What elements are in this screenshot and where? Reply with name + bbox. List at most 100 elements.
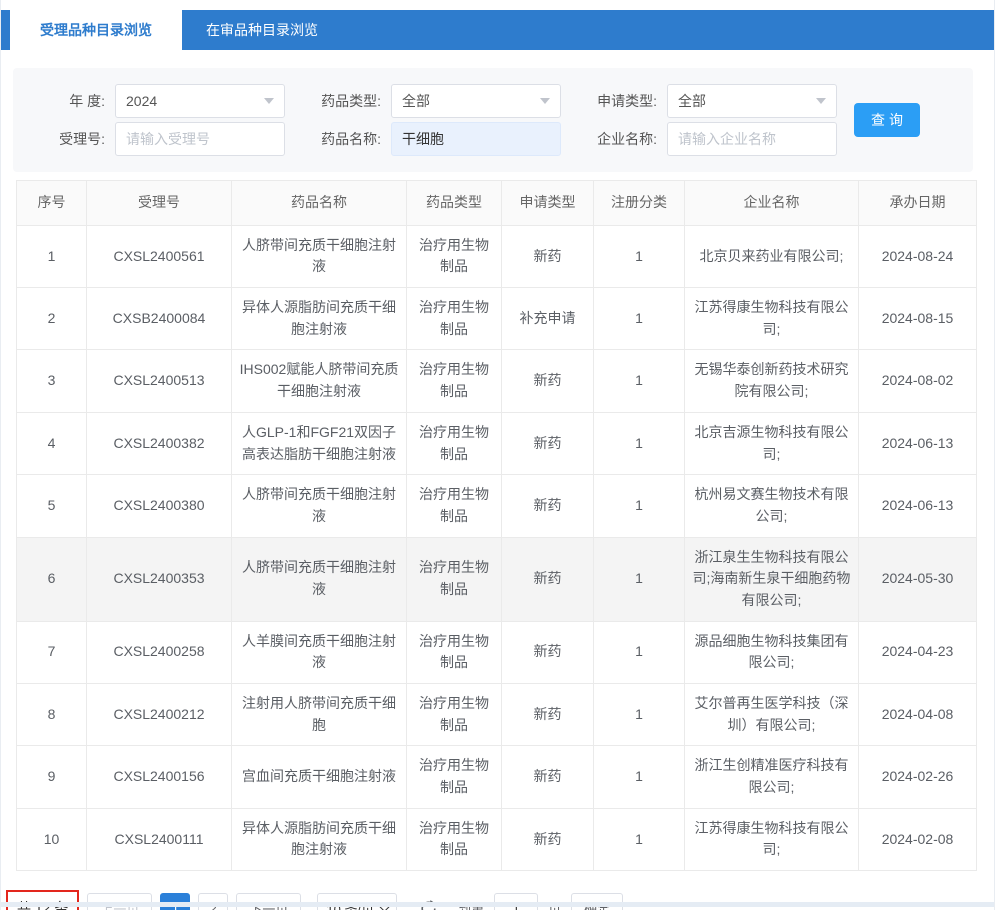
cell-date: 2024-08-24 <box>859 225 977 287</box>
cell-reg-class: 1 <box>594 621 685 683</box>
cell-apply-type: 新药 <box>502 621 594 683</box>
header-seq: 序号 <box>17 181 87 226</box>
company-name-input[interactable] <box>667 122 837 156</box>
total-count-annotated: 共 12 条 <box>6 890 79 910</box>
header-drug-type: 药品类型 <box>407 181 502 226</box>
cell-apply-type: 新药 <box>502 684 594 746</box>
header-company: 企业名称 <box>685 181 859 226</box>
cell-acceptance-no: CXSL2400561 <box>87 225 232 287</box>
cell-seq: 6 <box>17 537 87 621</box>
drug-name-input[interactable] <box>391 122 561 156</box>
cell-reg-class: 1 <box>594 225 685 287</box>
cell-seq: 1 <box>17 225 87 287</box>
cell-company: 艾尔普再生医学科技（深圳）有限公司; <box>685 684 859 746</box>
cell-drug-name: IHS002赋能人脐带间充质干细胞注射液 <box>232 350 407 412</box>
cell-company: 源品细胞生物科技集团有限公司; <box>685 621 859 683</box>
table-row[interactable]: 8 CXSL2400212 注射用人脐带间充质干细胞 治疗用生物制品 新药 1 … <box>17 684 977 746</box>
header-apply-type: 申请类型 <box>502 181 594 226</box>
cell-date: 2024-08-15 <box>859 288 977 350</box>
header-drug-name: 药品名称 <box>232 181 407 226</box>
bottom-divider <box>1 902 994 907</box>
chevron-down-icon <box>264 98 274 104</box>
cell-drug-name: 注射用人脐带间充质干细胞 <box>232 684 407 746</box>
results-table: 序号 受理号 药品名称 药品类型 申请类型 注册分类 企业名称 承办日期 1 C… <box>16 180 977 871</box>
cell-reg-class: 1 <box>594 475 685 537</box>
cell-seq: 8 <box>17 684 87 746</box>
cell-seq: 7 <box>17 621 87 683</box>
cell-acceptance-no: CXSL2400258 <box>87 621 232 683</box>
chevron-down-icon <box>816 98 826 104</box>
cell-company: 江苏得康生物科技有限公司; <box>685 808 859 870</box>
cell-drug-type: 治疗用生物制品 <box>407 288 502 350</box>
filter-panel: 年 度: 2024 药品类型: 全部 申请类型: 全部 受理号: 药品名称: 企… <box>13 68 973 172</box>
cell-date: 2024-05-30 <box>859 537 977 621</box>
cell-company: 北京贝来药业有限公司; <box>685 225 859 287</box>
cell-apply-type: 新药 <box>502 412 594 474</box>
cell-drug-name: 异体人源脂肪间充质干细胞注射液 <box>232 288 407 350</box>
tab-accepted-catalog[interactable]: 受理品种目录浏览 <box>10 10 182 50</box>
apply-type-label: 申请类型: <box>579 91 657 111</box>
tab-under-review-catalog[interactable]: 在审品种目录浏览 <box>182 10 342 50</box>
cell-seq: 4 <box>17 412 87 474</box>
table-row[interactable]: 10 CXSL2400111 异体人源脂肪间充质干细胞注射液 治疗用生物制品 新… <box>17 808 977 870</box>
cell-reg-class: 1 <box>594 288 685 350</box>
table-row[interactable]: 5 CXSL2400380 人脐带间充质干细胞注射液 治疗用生物制品 新药 1 … <box>17 475 977 537</box>
company-name-label: 企业名称: <box>579 129 657 149</box>
cell-drug-name: 人脐带间充质干细胞注射液 <box>232 225 407 287</box>
drug-name-label: 药品名称: <box>303 129 381 149</box>
table-row[interactable]: 2 CXSB2400084 异体人源脂肪间充质干细胞注射液 治疗用生物制品 补充… <box>17 288 977 350</box>
acceptance-no-label: 受理号: <box>13 129 105 149</box>
cell-apply-type: 新药 <box>502 475 594 537</box>
table-row[interactable]: 7 CXSL2400258 人羊膜间充质干细胞注射液 治疗用生物制品 新药 1 … <box>17 621 977 683</box>
header-date: 承办日期 <box>859 181 977 226</box>
cell-apply-type: 新药 <box>502 537 594 621</box>
cell-apply-type: 补充申请 <box>502 288 594 350</box>
cell-drug-name: 人脐带间充质干细胞注射液 <box>232 475 407 537</box>
table-row[interactable]: 4 CXSL2400382 人GLP-1和FGF21双因子高表达脂肪干细胞注射液… <box>17 412 977 474</box>
cell-acceptance-no: CXSL2400380 <box>87 475 232 537</box>
cell-drug-type: 治疗用生物制品 <box>407 350 502 412</box>
cell-seq: 10 <box>17 808 87 870</box>
pagination-bar: 共 12 条 上一页 1 2 下一页 10 条/页 到第 页 确定 <box>6 890 982 910</box>
cell-apply-type: 新药 <box>502 350 594 412</box>
acceptance-no-input[interactable] <box>115 122 285 156</box>
cell-date: 2024-02-08 <box>859 808 977 870</box>
cell-company: 无锡华泰创新药技术研究院有限公司; <box>685 350 859 412</box>
table-row[interactable]: 9 CXSL2400156 宫血间充质干细胞注射液 治疗用生物制品 新药 1 浙… <box>17 746 977 808</box>
table-row-highlighted[interactable]: 6 CXSL2400353 人脐带间充质干细胞注射液 治疗用生物制品 新药 1 … <box>17 537 977 621</box>
drug-type-select[interactable]: 全部 <box>391 84 561 118</box>
year-select-value: 2024 <box>126 93 157 109</box>
cell-drug-name: 人GLP-1和FGF21双因子高表达脂肪干细胞注射液 <box>232 412 407 474</box>
year-select[interactable]: 2024 <box>115 84 285 118</box>
cell-seq: 3 <box>17 350 87 412</box>
cell-apply-type: 新药 <box>502 225 594 287</box>
cell-reg-class: 1 <box>594 684 685 746</box>
apply-type-select[interactable]: 全部 <box>667 84 837 118</box>
cell-drug-type: 治疗用生物制品 <box>407 225 502 287</box>
cell-acceptance-no: CXSL2400156 <box>87 746 232 808</box>
cell-reg-class: 1 <box>594 537 685 621</box>
cell-seq: 2 <box>17 288 87 350</box>
tab-bar: 受理品种目录浏览 在审品种目录浏览 <box>1 10 994 50</box>
cell-seq: 5 <box>17 475 87 537</box>
cell-acceptance-no: CXSL2400513 <box>87 350 232 412</box>
cell-drug-type: 治疗用生物制品 <box>407 684 502 746</box>
cell-company: 杭州易文赛生物技术有限公司; <box>685 475 859 537</box>
apply-type-select-value: 全部 <box>678 91 706 111</box>
cell-drug-name: 人脐带间充质干细胞注射液 <box>232 537 407 621</box>
cell-acceptance-no: CXSL2400382 <box>87 412 232 474</box>
cell-drug-type: 治疗用生物制品 <box>407 621 502 683</box>
table-row[interactable]: 3 CXSL2400513 IHS002赋能人脐带间充质干细胞注射液 治疗用生物… <box>17 350 977 412</box>
chevron-down-icon <box>540 98 550 104</box>
cell-reg-class: 1 <box>594 808 685 870</box>
table-row[interactable]: 1 CXSL2400561 人脐带间充质干细胞注射液 治疗用生物制品 新药 1 … <box>17 225 977 287</box>
cell-drug-type: 治疗用生物制品 <box>407 412 502 474</box>
cell-acceptance-no: CXSB2400084 <box>87 288 232 350</box>
filter-row-2: 受理号: 药品名称: 企业名称: <box>13 122 973 156</box>
table-header-row: 序号 受理号 药品名称 药品类型 申请类型 注册分类 企业名称 承办日期 <box>17 181 977 226</box>
cell-company: 江苏得康生物科技有限公司; <box>685 288 859 350</box>
search-button[interactable]: 查询 <box>854 103 920 137</box>
cell-date: 2024-04-23 <box>859 621 977 683</box>
cell-drug-name: 宫血间充质干细胞注射液 <box>232 746 407 808</box>
cell-drug-name: 人羊膜间充质干细胞注射液 <box>232 621 407 683</box>
